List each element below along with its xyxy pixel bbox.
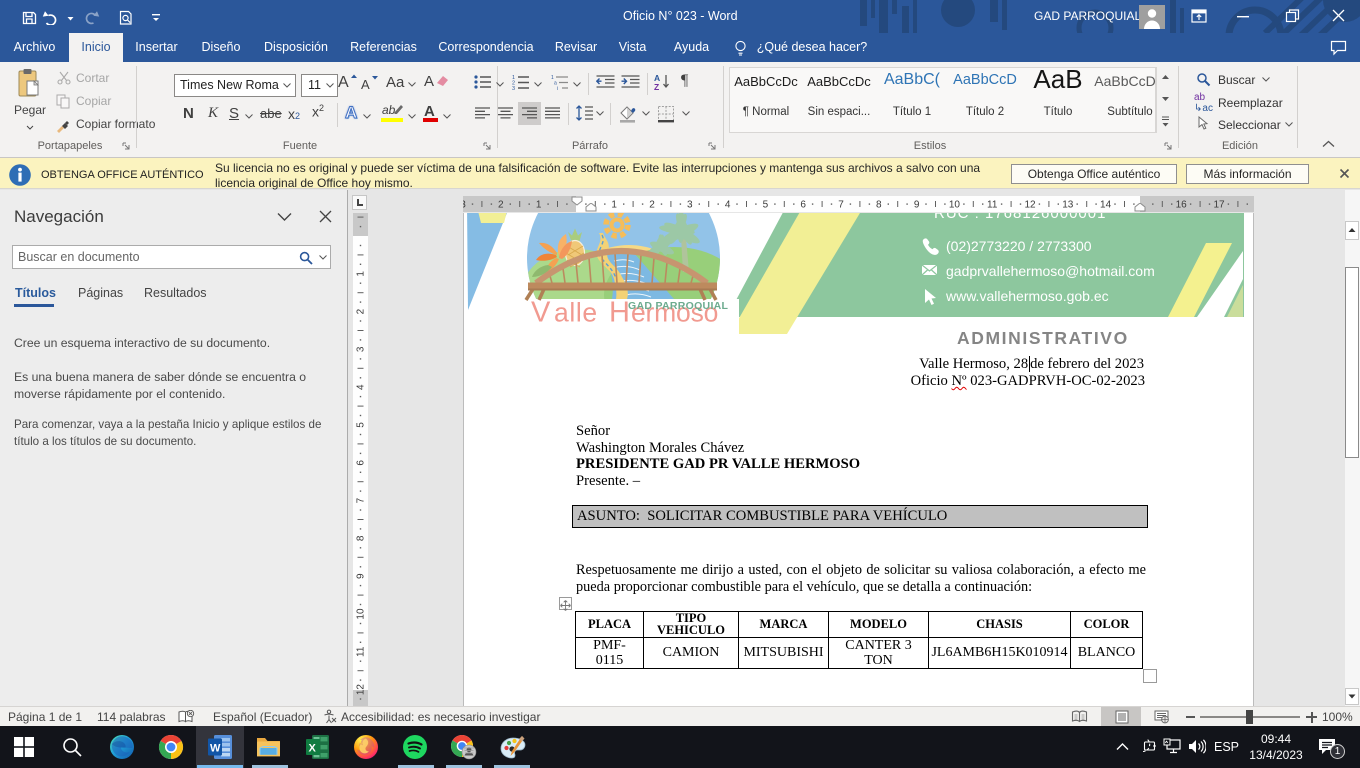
svg-text:8: 8 (876, 200, 882, 211)
svg-text:1: 1 (611, 200, 617, 211)
svg-text:12: 12 (1024, 200, 1036, 211)
svg-text:9: 9 (356, 573, 367, 579)
svg-text:11: 11 (356, 646, 367, 657)
svg-text:3: 3 (512, 86, 515, 90)
svg-text:13: 13 (1062, 200, 1074, 211)
svg-text:gadprvallehermoso@hotmail.com: gadprvallehermoso@hotmail.com (946, 263, 1155, 279)
svg-text:1: 1 (536, 200, 542, 211)
svg-text:i: i (557, 86, 558, 90)
svg-text:17: 17 (1213, 200, 1225, 211)
svg-text:2: 2 (649, 200, 655, 211)
svg-text:10: 10 (356, 608, 367, 620)
svg-text:14: 14 (1100, 200, 1112, 211)
svg-text:6: 6 (800, 200, 806, 211)
svg-text:ADMINISTRATIVO: ADMINISTRATIVO (957, 328, 1129, 348)
svg-text:3: 3 (687, 200, 693, 211)
svg-text:2: 2 (498, 200, 504, 211)
svg-text:Z: Z (654, 82, 659, 91)
svg-text:www.vallehermoso.gob.ec: www.vallehermoso.gob.ec (945, 288, 1109, 304)
svg-text:RUC : 1768126000001: RUC : 1768126000001 (934, 213, 1106, 222)
svg-text:1: 1 (356, 271, 367, 277)
svg-text:X: X (309, 743, 317, 755)
svg-text:GAD PARROQUIAL: GAD PARROQUIAL (628, 300, 729, 312)
svg-text:5: 5 (356, 422, 367, 428)
svg-text:5: 5 (763, 200, 769, 211)
svg-text:4: 4 (356, 384, 367, 390)
svg-text:V: V (531, 297, 551, 329)
svg-text:4: 4 (725, 200, 731, 211)
svg-text:3: 3 (463, 200, 466, 211)
svg-text:16: 16 (1176, 200, 1188, 211)
svg-text:alle: alle (554, 298, 598, 328)
svg-text:7: 7 (356, 497, 367, 503)
svg-text:2: 2 (356, 308, 367, 314)
svg-text:3: 3 (356, 346, 367, 352)
svg-text:W: W (210, 743, 221, 755)
svg-text:9: 9 (914, 200, 920, 211)
svg-text:H: H (609, 297, 630, 329)
svg-text:7: 7 (838, 200, 844, 211)
svg-text:(02)2773220 / 2773300: (02)2773220 / 2773300 (946, 238, 1092, 254)
svg-text:6: 6 (356, 460, 367, 466)
svg-text:12: 12 (356, 684, 367, 696)
svg-text:10: 10 (949, 200, 961, 211)
svg-text:8: 8 (356, 535, 367, 541)
svg-text:11: 11 (987, 200, 998, 211)
